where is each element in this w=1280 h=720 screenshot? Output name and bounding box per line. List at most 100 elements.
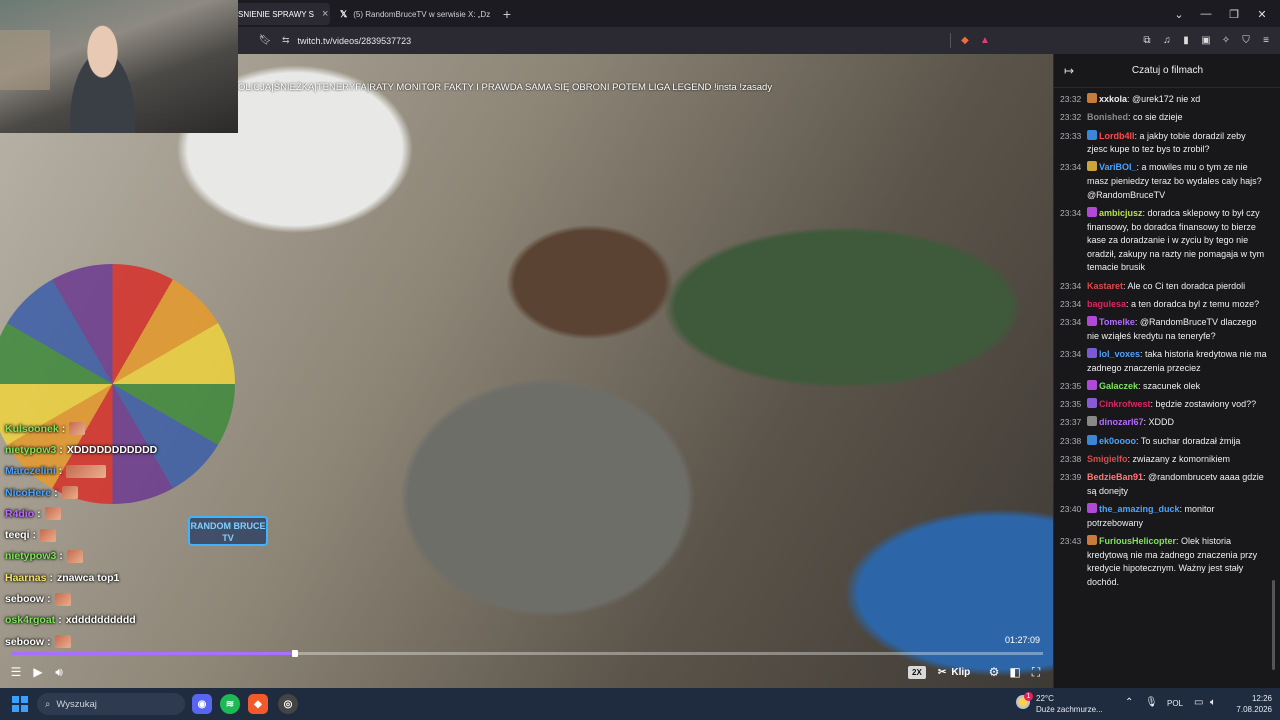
bookmark-icon[interactable]: 🔖︎	[258, 33, 272, 47]
chat-username[interactable]: VariBOI_	[1099, 162, 1137, 172]
chat-username[interactable]: the_amazing_duck	[1099, 504, 1180, 514]
user-badge-icon[interactable]	[1087, 348, 1097, 358]
close-window-icon[interactable]: ✕	[1248, 3, 1276, 25]
windows-start-icon[interactable]	[12, 696, 28, 712]
progress-bar[interactable]	[11, 650, 1043, 657]
url-field[interactable]: ⇆ twitch.tv/videos/2839537723	[282, 31, 1002, 50]
wallet-icon[interactable]: ▣	[1199, 33, 1213, 47]
extensions-icon[interactable]: ⧉	[1140, 33, 1154, 47]
chat-username[interactable]: BedzieBan91	[1087, 472, 1143, 482]
chat-message[interactable]: 23:39 BedzieBan91: @randombrucetv aaaa gd…	[1054, 470, 1272, 499]
overlay-chat: Kulsoonek: nietypow3: XDDDDDDDDDDD Marczeli…	[0, 418, 200, 652]
video-player[interactable]: RANDOM BRUCE TV OLICJA|ŚNIEŻKA|TENERYFA|…	[0, 54, 1053, 688]
network-icon[interactable]: ▭	[1194, 697, 1203, 708]
chat-message[interactable]: 23:37 dinozarl67: XDDD	[1054, 415, 1272, 431]
tab-list-icon[interactable]: ⌄	[1165, 3, 1193, 25]
chat-message[interactable]: 23:34 VariBOI_: a mowiles mu o tym ze nie…	[1054, 160, 1272, 203]
speed-badge[interactable]: 2X	[908, 666, 926, 679]
speaker-icon[interactable]: 🔈︎	[1210, 697, 1216, 708]
language-indicator[interactable]: POL	[1167, 699, 1183, 708]
chat-username[interactable]: ek0oooo	[1099, 436, 1136, 446]
user-badge-icon[interactable]	[1087, 535, 1097, 546]
chat-message[interactable]: 23:32 Bonished: co sie dzieje	[1054, 110, 1272, 126]
app-icon[interactable]: ◎	[278, 694, 298, 714]
tab-close-icon[interactable]: ×	[322, 8, 328, 20]
chat-username[interactable]: xxkola	[1099, 94, 1127, 104]
collapse-chat-icon[interactable]: ↦	[1064, 64, 1074, 78]
chat-message[interactable]: 23:33 Lordb4ll: a jakby tobie doradzil ze…	[1054, 129, 1272, 158]
chat-username[interactable]: bagulesa	[1087, 299, 1126, 309]
chat-message[interactable]: 23:34 lol_voxes: taka historia kredytowa …	[1054, 347, 1272, 376]
playlist-icon[interactable]: ☰	[8, 663, 24, 681]
chat-username[interactable]: FuriousHelicopter	[1099, 536, 1176, 546]
chat-username[interactable]: Kastaret	[1087, 281, 1123, 291]
volume-icon[interactable]: 🔊︎	[51, 663, 67, 681]
restore-icon[interactable]: ❐	[1220, 3, 1248, 25]
user-badge-icon[interactable]	[1087, 434, 1097, 445]
user-badge-icon[interactable]	[1087, 398, 1097, 409]
overlay-chat-colon: :	[58, 614, 62, 627]
clock[interactable]: 12:26 7.08.2026	[1228, 693, 1272, 715]
chat-username[interactable]: Bonished	[1087, 112, 1128, 122]
user-badge-icon[interactable]	[1087, 93, 1097, 103]
leo-icon[interactable]: ✧	[1219, 33, 1233, 47]
play-icon[interactable]: ▶	[30, 663, 46, 681]
tray-chevron-icon[interactable]: ⌃	[1125, 697, 1133, 708]
chat-message[interactable]: 23:43 FuriousHelicopter: Olek historia kr…	[1054, 534, 1272, 590]
chat-message[interactable]: 23:35 Galaczek: szacunek olek	[1054, 379, 1272, 395]
emote-icon	[54, 635, 71, 649]
fullscreen-icon[interactable]: ⛶	[1028, 663, 1044, 681]
user-badge-icon[interactable]	[1087, 206, 1097, 217]
chat-username[interactable]: lol_voxes	[1099, 349, 1140, 359]
settings-icon[interactable]: ⚙	[986, 663, 1002, 681]
menu-icon[interactable]: ≡	[1259, 33, 1273, 47]
chat-message-body: Tomelke: @RandomBruceTV dlaczego nie wzi…	[1087, 316, 1268, 343]
chat-message[interactable]: 23:38 ek0oooo: To suchar doradzał żmija	[1054, 434, 1272, 450]
spotify-icon[interactable]: ≋	[220, 694, 240, 714]
progress-thumb[interactable]	[291, 650, 298, 657]
user-badge-icon[interactable]	[1087, 316, 1097, 327]
minimize-icon[interactable]: —	[1192, 3, 1220, 25]
user-badge-icon[interactable]	[1087, 129, 1097, 140]
overlay-chat-username: osk4rgoat	[5, 614, 56, 627]
site-info-icon[interactable]: ⇆	[282, 35, 290, 46]
brave-browser-icon[interactable]: ◆	[248, 694, 268, 714]
chat-message[interactable]: 23:34 ambicjusz: doradca sklepowy to był …	[1054, 206, 1272, 276]
chat-timestamp: 23:35	[1060, 399, 1082, 410]
discord-icon[interactable]: ◉	[192, 694, 212, 714]
chat-username[interactable]: Tomelke	[1099, 317, 1135, 327]
chat-username[interactable]: Cinkrofwest	[1099, 399, 1151, 409]
separator	[950, 33, 951, 48]
overlay-chat-colon: :	[59, 550, 63, 563]
chat-username[interactable]: ambicjusz	[1099, 208, 1143, 218]
taskbar-search[interactable]: ⌕ Wyszukaj	[37, 693, 185, 715]
chat-username[interactable]: Lordb4ll	[1099, 131, 1135, 141]
media-icon[interactable]: ♫	[1160, 33, 1174, 47]
user-badge-icon[interactable]	[1087, 379, 1097, 390]
theatre-mode-icon[interactable]: ◧	[1007, 663, 1023, 681]
clip-button[interactable]: ✂ Klip	[938, 663, 970, 681]
chat-username[interactable]: Smigielfo	[1087, 454, 1128, 464]
chat-scrollbar[interactable]	[1272, 580, 1275, 670]
chat-message[interactable]: 23:34 bagulesa: a ten doradca byl z temu …	[1054, 297, 1272, 313]
chat-message[interactable]: 23:40 the_amazing_duck: monitor potrzebow…	[1054, 502, 1272, 531]
chat-message[interactable]: 23:34 Tomelke: @RandomBruceTV dlaczego ni…	[1054, 315, 1272, 344]
microphone-icon[interactable]: 🎙︎	[1145, 697, 1158, 708]
chat-message[interactable]: 23:34 Kastaret: Ale co Ci ten doradca pie…	[1054, 279, 1272, 295]
user-badge-icon[interactable]	[1087, 503, 1097, 514]
chat-username[interactable]: dinozarl67	[1099, 417, 1144, 427]
chat-username[interactable]: Galaczek	[1099, 381, 1138, 391]
vpn-icon[interactable]: ⛉	[1239, 33, 1253, 47]
rewards-icon[interactable]: ▲	[978, 33, 992, 47]
sidebar-icon[interactable]: ▮	[1179, 33, 1193, 47]
user-badge-icon[interactable]	[1087, 416, 1097, 427]
user-badge-icon[interactable]	[1087, 161, 1097, 172]
webcam-overlay	[0, 0, 238, 133]
new-tab-button[interactable]: +	[498, 3, 516, 25]
chat-message[interactable]: 23:38 Smigielfo: zwiazany z komornikiem	[1054, 452, 1272, 468]
chat-message[interactable]: 23:32 xxkola: @urek172 nie xd	[1054, 92, 1272, 108]
chat-message[interactable]: 23:35 Cinkrofwest: będzie zostawiony vod?…	[1054, 397, 1272, 413]
tab-twitter[interactable]: 𝕏 (5) RandomBruceTV w serwisie X: „Dz	[334, 3, 494, 25]
tab-active[interactable]: SNIENIE SPRAWY S ×	[232, 3, 330, 25]
brave-shield-icon[interactable]: ◆	[958, 33, 972, 47]
